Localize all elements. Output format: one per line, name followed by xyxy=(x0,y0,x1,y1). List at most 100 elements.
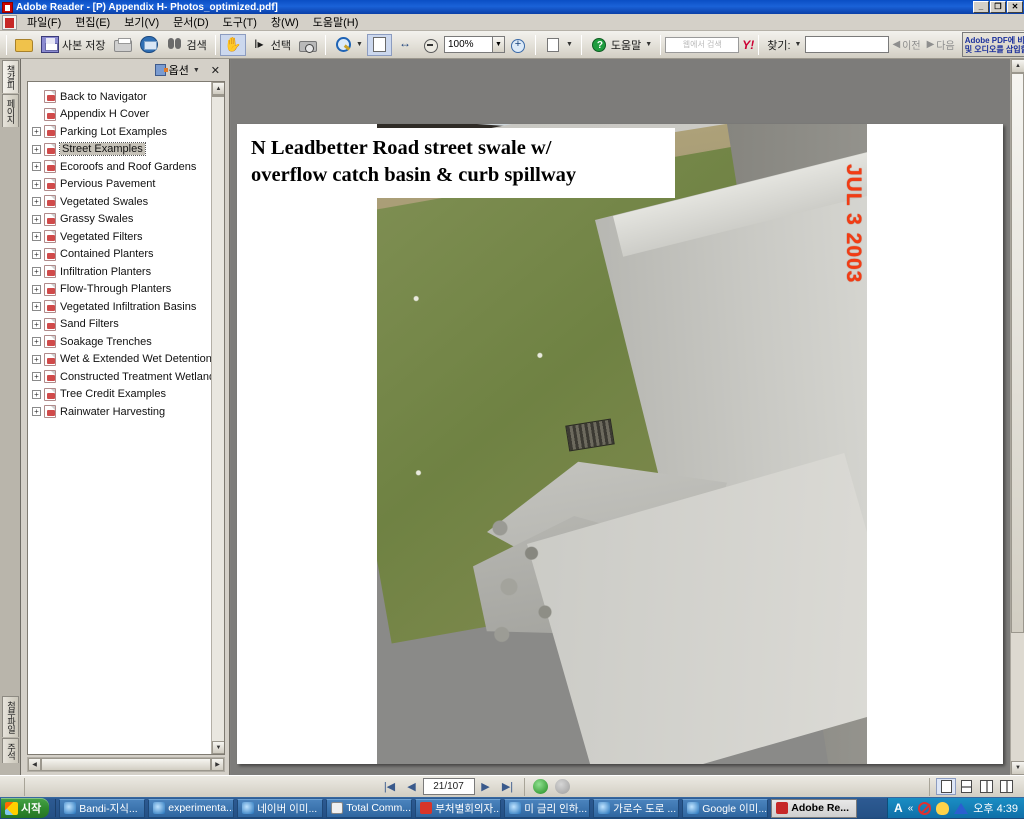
yahoo-logo-icon[interactable]: Y! xyxy=(742,38,754,52)
open-file-button[interactable] xyxy=(11,34,37,56)
restore-button[interactable]: ❐ xyxy=(990,1,1006,13)
bookmark-item[interactable]: + Rainwater Harvesting xyxy=(32,403,211,421)
next-view-button[interactable] xyxy=(552,778,574,796)
facing-pages-view-button[interactable] xyxy=(976,778,996,795)
expand-plus-icon[interactable]: + xyxy=(32,249,41,259)
bookmark-item[interactable]: Back to Navigator xyxy=(32,88,211,106)
hand-tool-button[interactable]: ✋ xyxy=(219,33,246,56)
bookmark-item[interactable]: + Pervious Pavement xyxy=(32,176,211,194)
close-button[interactable]: ✕ xyxy=(1007,1,1023,13)
expand-plus-icon[interactable]: + xyxy=(32,354,41,364)
bookmark-item[interactable]: + Ecoroofs and Roof Gardens xyxy=(32,158,211,176)
start-button[interactable]: 시작 xyxy=(1,798,50,818)
help-button[interactable]: 도움말 ▼ xyxy=(586,34,656,56)
person-icon[interactable] xyxy=(936,801,950,815)
expand-plus-icon[interactable]: + xyxy=(32,197,41,207)
find-previous-button[interactable]: ◀ 이전 xyxy=(889,37,923,52)
minimize-button[interactable]: _ xyxy=(973,1,989,13)
expand-plus-icon[interactable]: + xyxy=(32,179,41,189)
bookmark-item[interactable]: + Parking Lot Examples xyxy=(32,123,211,141)
bookmark-item[interactable]: + Vegetated Infiltration Basins xyxy=(32,298,211,316)
expand-plus-icon[interactable]: + xyxy=(32,407,41,417)
menu-help[interactable]: 도움말(H) xyxy=(306,13,366,31)
sidebar-tab-attachments[interactable]: 첨부파일 xyxy=(2,696,19,737)
bookmark-item[interactable]: + Constructed Treatment Wetlands xyxy=(32,368,211,386)
scroll-right-arrow-icon[interactable]: ▶ xyxy=(211,758,224,771)
scroll-left-arrow-icon[interactable]: ◀ xyxy=(28,758,41,771)
search-button[interactable]: 검색 xyxy=(162,34,211,56)
scroll-down-arrow-icon[interactable]: ▼ xyxy=(212,741,224,754)
bookmark-item[interactable]: + Contained Planters xyxy=(32,246,211,264)
menu-edit[interactable]: 편집(E) xyxy=(68,13,117,31)
chevron-down-icon[interactable]: ▼ xyxy=(645,41,652,48)
expand-plus-icon[interactable]: + xyxy=(32,267,41,277)
fit-page-button[interactable] xyxy=(366,33,392,56)
expand-plus-icon[interactable]: + xyxy=(32,284,41,294)
single-page-view-button[interactable] xyxy=(936,778,956,795)
expand-plus-icon[interactable]: + xyxy=(32,214,41,224)
zoom-in-button[interactable] xyxy=(505,34,531,56)
bookmarks-horizontal-scrollbar[interactable]: ◀ ▶ xyxy=(27,757,225,772)
select-tool-button[interactable]: I▸ 선택 xyxy=(246,34,295,56)
previous-page-button[interactable]: ◀ xyxy=(401,778,423,796)
expand-plus-icon[interactable]: + xyxy=(32,372,41,382)
save-copy-button[interactable]: 사본 저장 xyxy=(37,34,110,56)
scroll-up-arrow-icon[interactable]: ▲ xyxy=(1011,59,1024,73)
bookmark-item[interactable]: + Grassy Swales xyxy=(32,211,211,229)
rotate-view-button[interactable]: ▼ xyxy=(540,34,577,56)
expand-plus-icon[interactable]: + xyxy=(32,337,41,347)
block-icon[interactable] xyxy=(918,801,932,815)
scroll-up-arrow-icon[interactable]: ▲ xyxy=(212,82,224,95)
expand-plus-icon[interactable]: + xyxy=(32,319,41,329)
bookmark-item[interactable]: + Wet & Extended Wet Detention Por xyxy=(32,351,211,369)
zoom-level-input[interactable]: 100% xyxy=(443,36,492,53)
print-button[interactable] xyxy=(110,34,136,56)
taskbar-item[interactable]: Google 이미... xyxy=(682,798,769,818)
document-view[interactable]: JUL 3 2003 N Leadbetter Road street swal… xyxy=(231,59,1024,775)
expand-plus-icon[interactable]: + xyxy=(32,127,41,137)
ime-indicator[interactable]: A xyxy=(894,801,903,815)
document-vertical-scrollbar[interactable]: ▲ ▼ xyxy=(1010,59,1024,775)
menu-document[interactable]: 문서(D) xyxy=(166,13,216,31)
expand-plus-icon[interactable]: + xyxy=(32,389,41,399)
taskbar-item[interactable]: 미 금리 인하... xyxy=(504,798,591,818)
expand-plus-icon[interactable]: + xyxy=(32,302,41,312)
bookmark-item[interactable]: Appendix H Cover xyxy=(32,106,211,124)
menu-window[interactable]: 창(W) xyxy=(264,13,306,31)
bookmark-item[interactable]: + Vegetated Filters xyxy=(32,228,211,246)
zoom-tool-button[interactable]: ▼ xyxy=(330,34,367,56)
find-input[interactable] xyxy=(805,36,890,53)
fit-width-button[interactable] xyxy=(392,34,418,56)
chevron-down-icon[interactable]: ▼ xyxy=(795,41,802,48)
bookmark-item[interactable]: + Flow-Through Planters xyxy=(32,281,211,299)
expand-plus-icon[interactable]: + xyxy=(32,232,41,242)
chevron-down-icon[interactable]: ▼ xyxy=(356,41,363,48)
sidebar-tab-bookmarks[interactable]: 책갈피 xyxy=(1,60,19,93)
email-button[interactable] xyxy=(136,34,162,56)
last-page-button[interactable]: ▶| xyxy=(497,778,519,796)
continuous-facing-view-button[interactable] xyxy=(996,778,1016,795)
close-panel-button[interactable]: ✕ xyxy=(208,64,223,77)
menu-tools[interactable]: 도구(T) xyxy=(216,13,264,31)
taskbar-item[interactable]: 부처별회의자... xyxy=(415,798,502,818)
bookmark-item[interactable]: + Street Examples xyxy=(32,141,211,159)
menu-view[interactable]: 보기(V) xyxy=(117,13,166,31)
taskbar-item[interactable]: Adobe Re... xyxy=(771,798,858,818)
zoom-level-dropdown[interactable]: ▼ xyxy=(491,36,505,53)
adobe-pdf-ad-banner[interactable]: Adobe PDF에 비디오 및 오디오를 삽입할 수 xyxy=(961,32,1024,57)
expand-plus-icon[interactable]: + xyxy=(32,162,41,172)
taskbar-item[interactable]: Total Comm... xyxy=(326,798,413,818)
bookmark-item[interactable]: + Soakage Trenches xyxy=(32,333,211,351)
expand-plus-icon[interactable]: + xyxy=(32,144,41,154)
bookmark-item[interactable]: + Sand Filters xyxy=(32,316,211,334)
bookmark-item[interactable]: + Infiltration Planters xyxy=(32,263,211,281)
first-page-button[interactable]: |◀ xyxy=(379,778,401,796)
taskbar-item[interactable]: experimenta... xyxy=(148,798,235,818)
bookmark-item[interactable]: + Vegetated Swales xyxy=(32,193,211,211)
taskbar-item[interactable]: 네이버 이미... xyxy=(237,798,324,818)
find-next-button[interactable]: ▶ 다음 xyxy=(924,37,958,52)
sidebar-tab-pages[interactable]: 페이지 xyxy=(1,94,19,127)
bookmark-item[interactable]: + Tree Credit Examples xyxy=(32,386,211,404)
taskbar-item[interactable]: 가로수 도로 ... xyxy=(593,798,680,818)
previous-view-button[interactable] xyxy=(530,778,552,796)
